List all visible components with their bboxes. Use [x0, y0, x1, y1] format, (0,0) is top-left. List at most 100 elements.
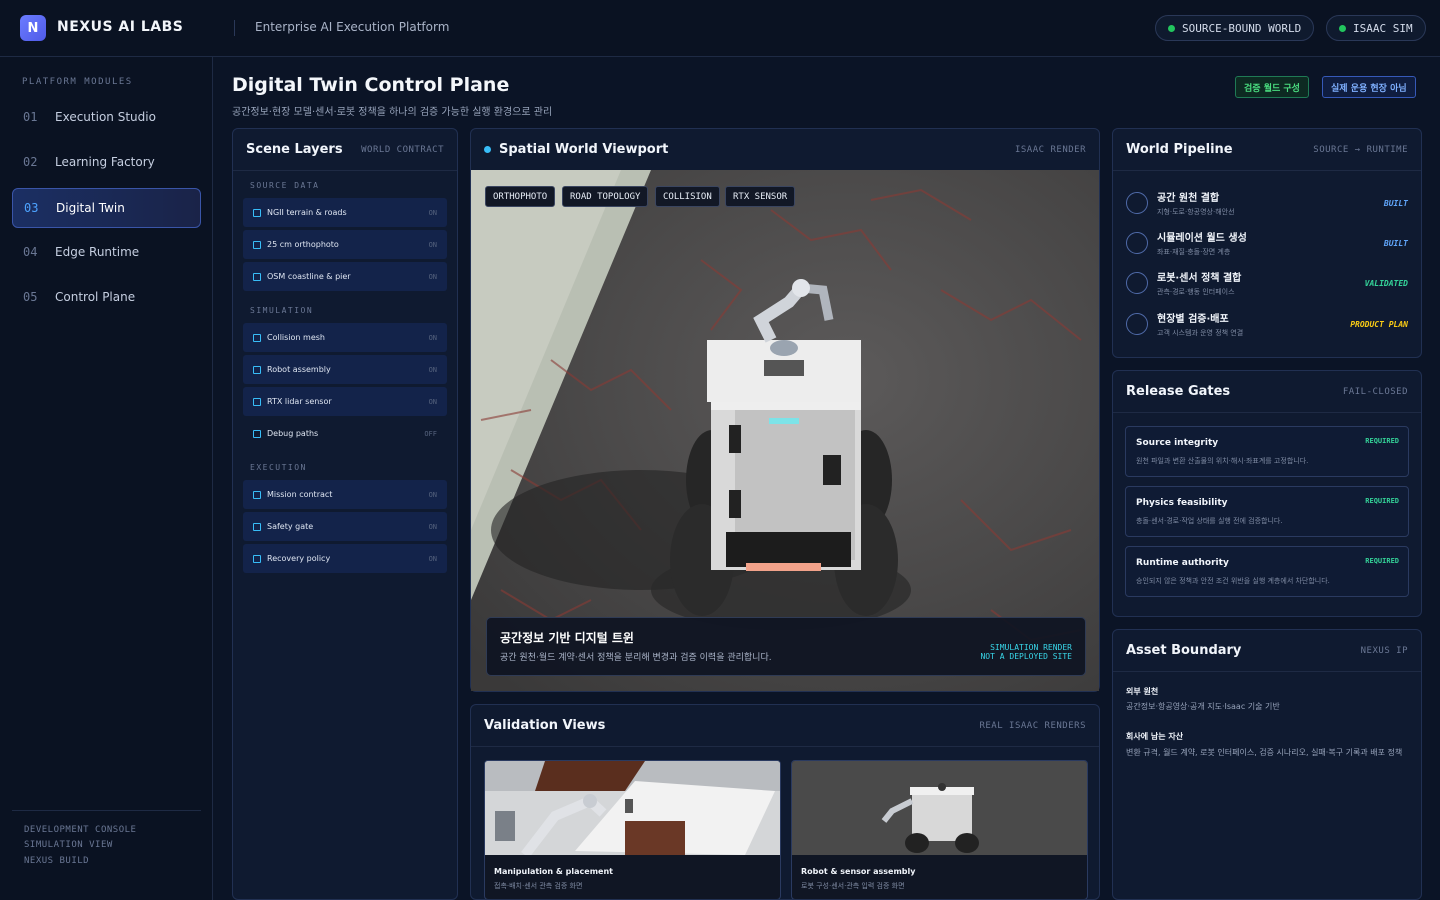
- pill-label: SOURCE-BOUND WORLD: [1182, 21, 1302, 35]
- step-desc: 지형·도로·항공영상·해안선: [1157, 208, 1235, 216]
- gate-desc: 원천 파일과 변환 산출물의 위치·해시·좌표계를 고정합니다.: [1136, 457, 1309, 465]
- validation-view-card[interactable]: Robot & sensor assembly 로봇 구성·센서·관측 입력 검…: [791, 760, 1088, 899]
- nav-label: Control Plane: [55, 290, 136, 304]
- layer-group-heading: EXECUTION: [250, 463, 307, 472]
- release-gate-card[interactable]: Physics feasibility REQUIRED 충돌·센서·경로·작업 상…: [1125, 486, 1409, 537]
- source-bound-world-pill[interactable]: SOURCE-BOUND WORLD: [1155, 15, 1315, 41]
- caption-status: SIMULATION RENDER NOT A DEPLOYED SITE: [980, 643, 1072, 661]
- layer-state: OFF: [424, 429, 437, 438]
- caption-text: 공간 원천·월드 계약·센서 정책을 분리해 변경과 검증 이력을 관리합니다.: [500, 653, 772, 663]
- gate-title: Source integrity: [1136, 438, 1219, 448]
- view-desc: 로봇 구성·센서·관측 입력 검증 화면: [801, 882, 905, 890]
- viewport-render[interactable]: [471, 170, 1099, 691]
- pipeline-step[interactable]: 시뮬레이션 월드 생성 좌표·재질·충돌·장면 계층 BUILT: [1126, 223, 1408, 263]
- checkbox-icon: [253, 522, 261, 531]
- layer-label: Debug paths: [267, 429, 319, 438]
- layer-state: ON: [428, 522, 437, 531]
- caption-title: 공간정보 기반 디지털 트윈: [500, 631, 634, 645]
- release-gate-card[interactable]: Source integrity REQUIRED 원천 파일과 변환 산출물의 위…: [1125, 426, 1409, 477]
- layer-label: 25 cm orthophoto: [267, 240, 339, 249]
- layer-toggle[interactable]: NGII terrain & roads ON: [243, 198, 447, 227]
- gate-status: REQUIRED: [1365, 497, 1399, 505]
- checkbox-icon: [253, 208, 261, 217]
- robot-render-image: [471, 170, 1099, 691]
- panel-tag: WORLD CONTRACT: [361, 144, 444, 155]
- divider: [12, 810, 201, 811]
- viewport-caption: 공간정보 기반 디지털 트윈 공간 원천·월드 계약·센서 정책을 분리해 변경…: [486, 617, 1086, 676]
- panel-title: Release Gates: [1126, 384, 1231, 399]
- layer-state: ON: [428, 208, 437, 217]
- nav-label: Edge Runtime: [55, 245, 140, 259]
- gate-title: Physics feasibility: [1136, 498, 1228, 508]
- step-desc: 관측·경로·행동 인터페이스: [1157, 288, 1235, 296]
- logo-icon[interactable]: N: [20, 15, 46, 41]
- asset-boundary-panel: Asset Boundary NEXUS IP 외부 원천 공간정보·항공영상·공…: [1112, 629, 1422, 900]
- step-ring-icon: [1126, 272, 1148, 294]
- footer-line: SIMULATION VIEW: [24, 840, 113, 850]
- checkbox-icon: [253, 554, 261, 563]
- robot-assembly-render-image: [792, 761, 1087, 855]
- layer-toggle[interactable]: OSM coastline & pier ON: [243, 262, 447, 291]
- layer-label: Robot assembly: [267, 365, 331, 374]
- footer-line: NEXUS BUILD: [24, 856, 90, 866]
- nav-number: 04: [23, 245, 38, 259]
- nav-label: Digital Twin: [56, 201, 125, 215]
- layer-toggle[interactable]: RTX lidar sensor ON: [243, 387, 447, 416]
- sidebar: PLATFORM MODULES 01 Execution Studio 02 Le…: [0, 57, 213, 900]
- validation-view-card[interactable]: Manipulation & placement 접촉·배치·센서 관측 검증 …: [484, 760, 781, 899]
- panel-title: Spatial World Viewport: [499, 142, 669, 157]
- release-gates-panel: Release Gates FAIL-CLOSED Source integrit…: [1112, 370, 1422, 617]
- validation-views-panel: Validation Views REAL ISAAC RENDERS Manip…: [470, 704, 1100, 900]
- layer-state: ON: [428, 554, 437, 563]
- footer-line: DEVELOPMENT CONSOLE: [24, 825, 137, 835]
- sidebar-item-digital-twin[interactable]: 03 Digital Twin: [12, 188, 201, 228]
- layer-chip-collision[interactable]: COLLISION: [655, 186, 720, 207]
- page-title: Digital Twin Control Plane: [232, 74, 510, 96]
- layer-label: Collision mesh: [267, 333, 325, 342]
- pipeline-step[interactable]: 공간 원천 결합 지형·도로·항공영상·해안선 BUILT: [1126, 183, 1408, 223]
- checkbox-icon: [253, 365, 261, 374]
- layer-state: ON: [428, 397, 437, 406]
- layer-chip-orthophoto[interactable]: ORTHOPHOTO: [485, 186, 556, 207]
- layer-toggle[interactable]: Collision mesh ON: [243, 323, 447, 352]
- step-status: VALIDATED: [1364, 278, 1408, 288]
- panel-tag: ISAAC RENDER: [1014, 144, 1086, 155]
- step-desc: 고객 시스템과 운영 정책 연결: [1157, 329, 1244, 337]
- view-title: Robot & sensor assembly: [801, 867, 916, 876]
- layer-toggle[interactable]: Recovery policy ON: [243, 544, 447, 573]
- gate-status: REQUIRED: [1365, 557, 1399, 565]
- layer-toggle[interactable]: 25 cm orthophoto ON: [243, 230, 447, 259]
- layer-toggle[interactable]: Robot assembly ON: [243, 355, 447, 384]
- view-desc: 접촉·배치·센서 관측 검증 화면: [494, 882, 583, 890]
- layer-state: ON: [428, 272, 437, 281]
- layer-chip-rtx-sensor[interactable]: RTX SENSOR: [725, 186, 796, 207]
- sidebar-item-control-plane[interactable]: 05 Control Plane: [12, 277, 201, 317]
- isaac-sim-pill[interactable]: ISAAC SIM: [1326, 15, 1426, 41]
- layer-state: ON: [428, 333, 437, 342]
- sidebar-item-learning-factory[interactable]: 02 Learning Factory: [12, 142, 201, 182]
- tagline: Enterprise AI Execution Platform: [255, 20, 450, 34]
- nav-label: Execution Studio: [55, 110, 156, 124]
- pipeline-step[interactable]: 로봇·센서 정책 결합 관측·경로·행동 인터페이스 VALIDATED: [1126, 263, 1408, 303]
- layer-toggle[interactable]: Safety gate ON: [243, 512, 447, 541]
- layer-group-heading: SIMULATION: [250, 306, 314, 315]
- layer-toggle[interactable]: Debug paths OFF: [243, 419, 447, 448]
- pipeline-step[interactable]: 현장별 검증·배포 고객 시스템과 운영 정책 연결 PRODUCT PLAN: [1126, 304, 1408, 344]
- panel-tag: REAL ISAAC RENDERS: [979, 720, 1086, 731]
- not-deployed-badge: 실제 운용 현장 아님: [1322, 76, 1416, 98]
- layer-toggle[interactable]: Mission contract ON: [243, 480, 447, 509]
- step-title: 현장별 검증·배포: [1157, 314, 1229, 325]
- checkbox-icon: [253, 272, 261, 281]
- release-gate-card[interactable]: Runtime authority REQUIRED 승인되지 않은 정책과 안전 …: [1125, 546, 1409, 597]
- step-title: 시뮬레이션 월드 생성: [1157, 233, 1247, 244]
- sidebar-item-edge-runtime[interactable]: 04 Edge Runtime: [12, 232, 201, 272]
- panel-header: Spatial World Viewport ISAAC RENDER: [471, 129, 1099, 171]
- panel-header: Validation Views REAL ISAAC RENDERS: [471, 705, 1099, 747]
- sidebar-item-execution-studio[interactable]: 01 Execution Studio: [12, 97, 201, 137]
- nav-number: 01: [23, 110, 38, 124]
- step-ring-icon: [1126, 192, 1148, 214]
- checkbox-icon: [253, 429, 261, 438]
- layer-chip-road-topology[interactable]: ROAD TOPOLOGY: [562, 186, 649, 207]
- retained-assets-text: 변환 규격, 월드 계약, 로봇 인터페이스, 검증 시나리오, 실패·복구 기…: [1126, 748, 1403, 757]
- nav-label: Learning Factory: [55, 155, 155, 169]
